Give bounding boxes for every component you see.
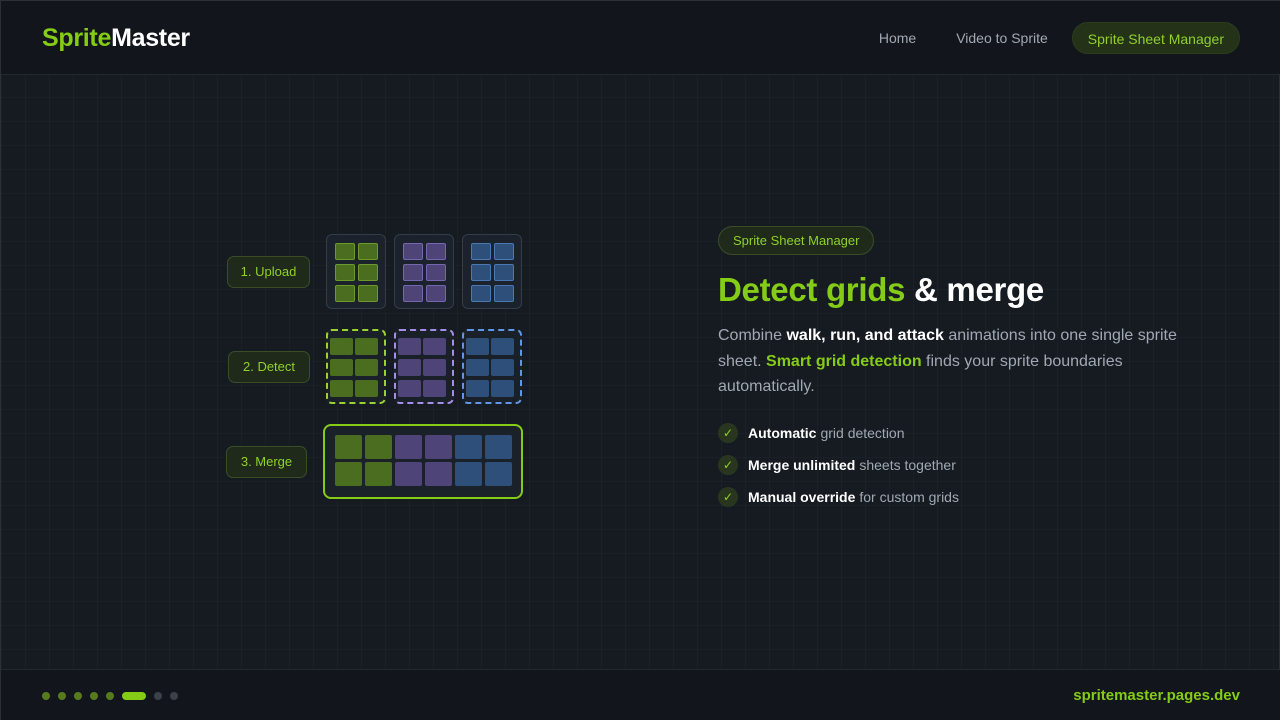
list-item: ✓ Manual override for custom grids [718,486,959,508]
slide-dot[interactable] [154,692,162,700]
detect-sheet-purple [394,329,454,404]
slide-frame: SpriteMaster Home Video to Sprite Sprite… [0,0,1280,720]
page-title: Detect grids & merge [718,271,1044,309]
check-icon: ✓ [718,487,738,507]
feature-bold: Merge unlimited [748,457,856,473]
feature-text: grid detection [820,425,905,441]
slide-dot[interactable] [74,692,82,700]
list-item: ✓ Automatic grid detection [718,422,959,444]
slide-dot[interactable] [90,692,98,700]
merged-sprite-sheet [323,424,523,499]
nav-home[interactable]: Home [859,22,936,54]
logo[interactable]: SpriteMaster [42,24,190,53]
desc-highlight: Smart grid detection [766,352,922,370]
feature-list: ✓ Automatic grid detection ✓ Merge unlim… [718,422,959,518]
slide-dot[interactable] [42,692,50,700]
slide-progress-dots [42,692,186,700]
header: SpriteMaster Home Video to Sprite Sprite… [1,1,1280,75]
slide-dot[interactable] [170,692,178,700]
headline-highlight: Detect grids [718,271,906,308]
upload-sheet-green [326,234,386,309]
step-detect-label: 2. Detect [228,351,310,383]
list-item: ✓ Merge unlimited sheets together [718,454,959,476]
detect-sheet-blue [462,329,522,404]
feature-text: sheets together [859,457,956,473]
feature-text: for custom grids [859,489,959,505]
upload-sheet-purple [394,234,454,309]
headline-rest: & merge [914,271,1044,308]
upload-sheet-blue [462,234,522,309]
desc-text-1: Combine [718,327,787,344]
step-merge-label: 3. Merge [226,446,307,478]
desc-bold-1: walk, run, and attack [786,327,944,344]
feature-bold: Manual override [748,489,856,505]
footer: spritemaster.pages.dev [1,669,1280,720]
logo-master-text: Master [111,24,190,52]
feature-badge: Sprite Sheet Manager [718,226,875,255]
feature-bold: Automatic [748,425,817,441]
site-url[interactable]: spritemaster.pages.dev [1073,687,1240,704]
slide-dot[interactable] [106,692,114,700]
slide-dot[interactable] [58,692,66,700]
nav-sprite-sheet-manager[interactable]: Sprite Sheet Manager [1071,22,1240,54]
top-nav: Home Video to Sprite Sprite Sheet Manage… [859,22,1240,54]
nav-video-to-sprite[interactable]: Video to Sprite [936,22,1068,54]
description: Combine walk, run, and attack animations… [718,323,1178,400]
step-upload-label: 1. Upload [227,256,310,288]
check-icon: ✓ [718,455,738,475]
logo-sprite-text: Sprite [42,24,112,52]
detect-sheet-green [326,329,386,404]
check-icon: ✓ [718,423,738,443]
slide-dot-active[interactable] [122,692,146,700]
